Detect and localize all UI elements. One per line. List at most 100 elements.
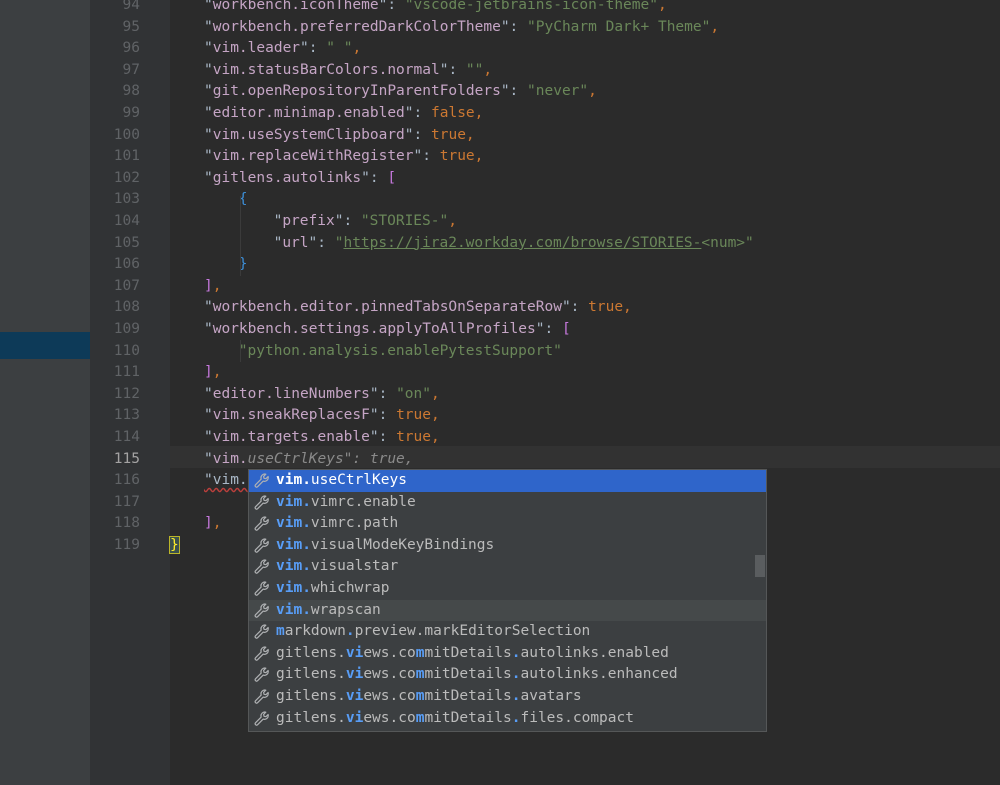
completion-item[interactable]: vim.visualstar xyxy=(249,556,766,578)
line-number: 113 xyxy=(113,407,140,424)
code-token: vim.leader xyxy=(212,40,301,57)
code-token: ": xyxy=(500,18,528,35)
completion-match-text: vim. xyxy=(276,515,311,532)
completion-item[interactable]: vim.vimrc.enable xyxy=(249,492,766,514)
code-line[interactable]: "git.openRepositoryInParentFolders": "ne… xyxy=(204,80,597,102)
completion-scrollbar-thumb[interactable] xyxy=(755,555,765,577)
completion-text: gitlens. xyxy=(276,666,346,683)
code-token: "vim. xyxy=(204,472,248,489)
completion-text: mitDetails xyxy=(424,644,512,661)
completion-item[interactable]: gitlens.views.commitDetails.files.compac… xyxy=(249,708,766,730)
completion-item[interactable]: vim.vimrc.path xyxy=(249,513,766,535)
completion-match-text: vim. xyxy=(276,493,311,510)
completion-item[interactable]: vim.visualModeKeyBindings xyxy=(249,535,766,557)
code-line[interactable]: "workbench.settings.applyToAllProfiles":… xyxy=(204,318,571,340)
line-number: 96 xyxy=(122,40,140,57)
completion-text: gitlens. xyxy=(276,709,346,726)
completion-text: mitDetails xyxy=(424,666,512,683)
code-line[interactable]: "editor.lineNumbers": "on", xyxy=(204,383,440,405)
code-token: vim.statusBarColors.normal xyxy=(212,61,440,78)
line-number: 99 xyxy=(122,105,140,121)
code-token: "on" xyxy=(396,385,431,402)
code-token: ": xyxy=(300,40,327,57)
completion-text: vimrc.path xyxy=(310,515,399,532)
line-number: 116 xyxy=(113,472,140,489)
code-token: "" xyxy=(465,61,484,78)
code-token: " xyxy=(204,385,213,402)
wrench-icon xyxy=(253,688,271,706)
code-line[interactable]: ], xyxy=(204,512,221,534)
completion-text: ews.co xyxy=(363,709,416,726)
line-number: 112 xyxy=(113,385,140,402)
code-token: editor.lineNumbers xyxy=(212,385,370,402)
code-token: true, xyxy=(396,407,440,424)
code-token: , xyxy=(588,83,597,100)
completion-item[interactable]: gitlens.views.commitDetails.autolinks.en… xyxy=(249,664,766,686)
line-number: 119 xyxy=(113,537,140,553)
code-line[interactable]: "editor.minimap.enabled": false, xyxy=(204,102,483,124)
completion-item[interactable]: vim.wrapscan xyxy=(249,599,766,622)
code-line[interactable]: "workbench.preferredDarkColorTheme": "Py… xyxy=(204,16,719,38)
code-token: true, xyxy=(588,299,632,316)
completion-item[interactable]: markdown.preview.markEditorSelection xyxy=(249,621,766,643)
project-tree-selected-row[interactable] xyxy=(0,332,90,359)
code-token: gitlens.autolinks xyxy=(212,169,362,186)
completion-item[interactable]: vim.whichwrap xyxy=(249,578,766,600)
completion-popup[interactable]: vim.useCtrlKeys vim.vimrc.enable vim.vimrc… xyxy=(248,469,767,732)
wrench-icon xyxy=(253,645,271,663)
completion-match-text: vim. xyxy=(276,472,311,488)
code-token: editor.minimap.enabled xyxy=(212,105,405,121)
indent-guide xyxy=(240,196,241,276)
line-number: 97 xyxy=(122,61,140,78)
code-line[interactable]: "workbench.editor.pinnedTabsOnSeparateRo… xyxy=(204,296,632,318)
code-token: " xyxy=(204,407,213,424)
project-tool-window[interactable] xyxy=(0,0,90,785)
code-line[interactable]: "vim.replaceWithRegister": true, xyxy=(204,145,483,167)
line-number: 108 xyxy=(113,299,140,316)
completion-match-text: m xyxy=(276,623,285,640)
code-line[interactable]: "vim.targets.enable": true, xyxy=(204,426,440,448)
code-line[interactable]: } xyxy=(169,534,180,556)
code-token: "never" xyxy=(527,83,589,100)
code-line[interactable]: "workbench.iconTheme": "vscode-jetbrains… xyxy=(204,0,667,16)
wrench-icon xyxy=(253,537,271,555)
code-token: vim.replaceWithRegister xyxy=(212,148,414,165)
code-line[interactable]: "url": "https://jira2.workday.com/browse… xyxy=(274,232,754,254)
completion-text: mitDetails xyxy=(424,709,512,726)
code-token: prefix xyxy=(282,213,335,229)
code-token: workbench.iconTheme xyxy=(212,0,379,13)
wrench-icon xyxy=(253,602,271,620)
completion-text: files.compact xyxy=(520,709,634,726)
wrench-icon xyxy=(253,623,271,641)
code-line[interactable]: "vim.useSystemClipboard": true, xyxy=(204,124,475,146)
code-token: } xyxy=(169,536,180,554)
code-line[interactable]: ], xyxy=(204,361,221,383)
code-line[interactable]: "vim.leader": " ", xyxy=(204,37,361,59)
code-token: "vscode-jetbrains-icon-theme" xyxy=(404,0,658,13)
code-line[interactable]: "prefix": "STORIES-", xyxy=(274,210,457,232)
completion-item[interactable]: gitlens.views.commitDetails.autolinks.en… xyxy=(249,643,766,665)
completion-item[interactable]: vim.useCtrlKeys xyxy=(249,470,766,492)
code-token: " xyxy=(204,169,213,186)
code-line[interactable]: "vim. xyxy=(204,469,248,491)
line-number: 100 xyxy=(113,126,140,143)
code-line[interactable]: "vim.sneakReplacesF": true, xyxy=(204,404,440,426)
line-number: 109 xyxy=(113,321,140,337)
code-token: vim.targets.enable xyxy=(212,429,370,445)
code-token: ": xyxy=(334,213,361,229)
code-token: ": xyxy=(378,0,405,13)
code-token: "PyCharm Dark+ Theme" xyxy=(527,18,711,35)
completion-text: ews.co xyxy=(363,666,416,683)
line-number: 105 xyxy=(113,234,140,251)
completion-item[interactable]: gitlens.views.commitDetails.avatars xyxy=(249,686,766,708)
code-line[interactable]: "vim.useCtrlKeys": true, xyxy=(204,448,414,470)
code-line[interactable]: "vim.statusBarColors.normal": "", xyxy=(204,59,492,81)
code-line[interactable]: "gitlens.autolinks": [ xyxy=(204,167,396,189)
code-line[interactable]: ], xyxy=(204,275,221,297)
line-number: 104 xyxy=(113,213,140,229)
code-token: ] xyxy=(204,277,213,294)
code-line[interactable]: "python.analysis.enablePytestSupport" xyxy=(239,340,562,362)
completion-list[interactable]: vim.useCtrlKeys vim.vimrc.enable vim.vimrc… xyxy=(249,470,766,729)
line-number: 110 xyxy=(113,342,140,359)
completion-text: arkdown xyxy=(284,623,346,640)
